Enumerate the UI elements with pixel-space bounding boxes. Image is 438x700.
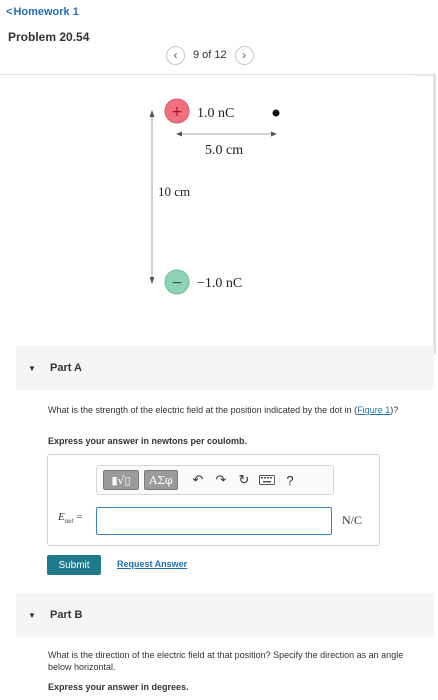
part-a-answer-box: ▮√▯ ΑΣφ ↶ ↷ ↻ ? Enet = N/C <box>47 454 380 546</box>
part-b-question: What is the direction of the electric fi… <box>48 650 404 672</box>
negative-charge-sign: − <box>171 275 183 291</box>
enet-answer-input[interactable] <box>96 507 332 535</box>
vertical-distance-label: 10 cm <box>158 184 190 199</box>
back-to-homework-link[interactable]: <Homework 1 <box>6 6 79 18</box>
submit-button[interactable]: Submit <box>47 555 101 575</box>
unit-label: N/C <box>342 513 363 527</box>
back-link-label: Homework 1 <box>13 6 79 18</box>
part-a-header[interactable]: ▼ Part A <box>16 346 434 390</box>
part-a-question: What is the strength of the electric fie… <box>48 404 428 416</box>
positive-charge-label: 1.0 nC <box>197 106 234 121</box>
templates-button[interactable]: ▮√▯ <box>103 470 139 490</box>
collapse-triangle-icon: ▼ <box>28 363 36 373</box>
negative-charge: − <box>164 269 190 295</box>
part-b-label: Part B <box>50 609 83 621</box>
chevron-right-icon: › <box>242 48 247 62</box>
part-a-question-text: What is the strength of the electric fie… <box>48 405 358 415</box>
redo-icon[interactable]: ↷ <box>212 470 230 490</box>
positive-charge: + <box>164 98 190 124</box>
equals-sign: = <box>76 511 83 523</box>
math-toolbar: ▮√▯ ΑΣφ ↶ ↷ ↻ ? <box>96 465 334 495</box>
horizontal-distance-label: 5.0 cm <box>205 143 243 158</box>
problem-pager: ‹ 9 of 12 › <box>166 45 254 65</box>
reset-icon[interactable]: ↻ <box>235 470 253 490</box>
part-b-header[interactable]: ▼ Part B <box>16 593 434 637</box>
vertical-distance-arrow <box>149 110 155 284</box>
help-icon[interactable]: ? <box>281 470 299 490</box>
positive-charge-sign: + <box>171 104 183 120</box>
next-problem-button[interactable]: › <box>234 45 254 65</box>
part-b-instruction: Express your answer in degrees. <box>48 682 189 692</box>
figure-panel: 10 cm + 1.0 nC 5.0 cm − −1.0 nC <box>0 74 436 354</box>
variable-subscript: net <box>64 517 74 526</box>
field-point-dot <box>272 109 280 117</box>
collapse-triangle-icon: ▼ <box>28 610 36 620</box>
request-answer-link[interactable]: Request Answer <box>117 559 187 569</box>
enet-variable-label: Enet = <box>58 511 83 525</box>
charge-figure: 10 cm + 1.0 nC 5.0 cm − −1.0 nC <box>149 75 434 295</box>
greek-symbols-button[interactable]: ΑΣφ <box>144 470 178 490</box>
chevron-left-icon: < <box>6 6 13 18</box>
keyboard-glyph <box>259 475 275 485</box>
horizontal-distance-arrow <box>176 131 277 137</box>
part-a-label: Part A <box>50 362 82 374</box>
pager-position: 9 of 12 <box>193 49 227 61</box>
problem-title: Problem 20.54 <box>8 30 90 44</box>
keyboard-icon[interactable] <box>258 470 276 490</box>
part-a-question-end: )? <box>390 405 399 415</box>
chevron-left-icon: ‹ <box>173 48 178 62</box>
figure-link[interactable]: Figure 1 <box>357 405 390 415</box>
negative-charge-label: −1.0 nC <box>197 276 242 291</box>
undo-icon[interactable]: ↶ <box>189 470 207 490</box>
part-a-instruction: Express your answer in newtons per coulo… <box>48 436 248 446</box>
variable-symbol: E <box>58 511 65 523</box>
previous-problem-button[interactable]: ‹ <box>166 45 185 65</box>
